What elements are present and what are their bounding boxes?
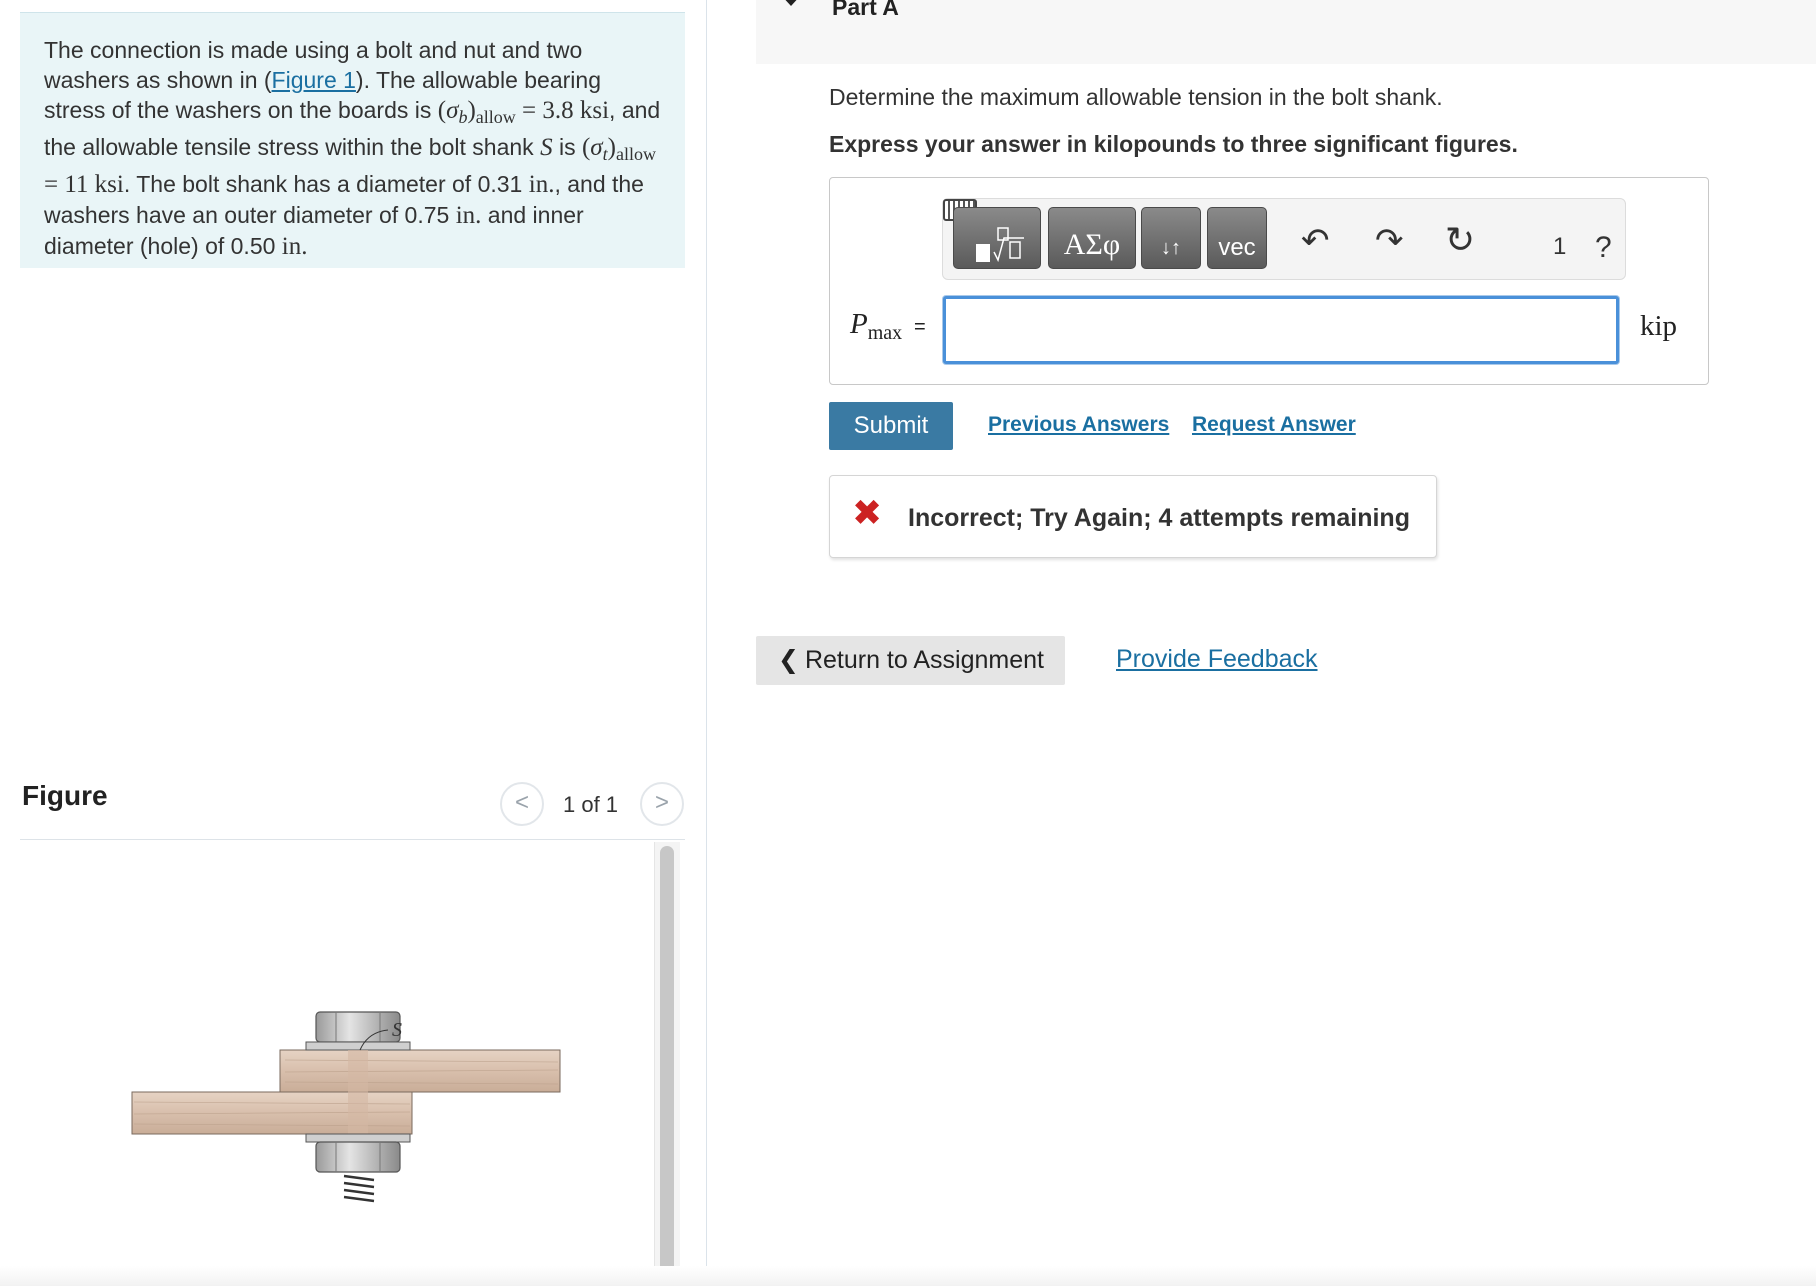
arrows-button[interactable]: ↓↑: [1141, 207, 1201, 269]
equals-sign: =: [914, 316, 926, 338]
previous-answers-link[interactable]: Previous Answers: [988, 413, 1169, 437]
templates-icon: [976, 227, 1024, 263]
bottom-fade: [0, 1266, 1816, 1286]
figure-1-link[interactable]: Figure 1: [272, 67, 356, 93]
vector-button[interactable]: vec: [1207, 207, 1267, 269]
instruction-text: Express your answer in kilopounds to thr…: [829, 131, 1518, 157]
bolt-thread: [343, 1174, 375, 1203]
return-label: Return to Assignment: [804, 646, 1044, 674]
question-text: Determine the maximum allowable tension …: [829, 84, 1443, 110]
answer-variable: Pmax: [850, 308, 903, 344]
answer-box: ΑΣφ ↓↑ vec ↶ ↷ ↻ 1 ? Pmax = kip: [829, 177, 1709, 385]
error-x-icon: ✖: [852, 492, 883, 533]
unit-in-3: in.: [281, 233, 308, 260]
shank-label: S: [392, 1019, 402, 1041]
figure-page-count: 1 of 1: [563, 792, 619, 817]
provide-feedback-link[interactable]: Provide Feedback: [1116, 645, 1318, 674]
top-washer: [305, 1041, 411, 1051]
math-toolbar: ΑΣφ ↓↑ vec ↶ ↷ ↻ 1 ?: [942, 198, 1626, 280]
unit-in-1: in.: [528, 171, 555, 198]
bolt-shank: [348, 1050, 368, 1134]
answer-unit: kip: [1640, 310, 1678, 342]
return-to-assignment-button[interactable]: ❮ Return to Assignment: [756, 636, 1065, 685]
unit-in-2: in.: [455, 202, 482, 229]
part-header[interactable]: Part A: [756, 0, 1816, 64]
figure-scrollbar[interactable]: [660, 846, 674, 1286]
problem-rest-1: . The bolt shank has a diameter of 0.31: [123, 171, 523, 197]
figure-header: Figure < 1 of 1 >: [20, 778, 685, 840]
bolt-head: [315, 1011, 401, 1043]
figure-prev-button[interactable]: <: [500, 782, 544, 826]
keyboard-shortcut-number: 1: [1553, 233, 1567, 260]
request-answer-link[interactable]: Request Answer: [1192, 413, 1356, 437]
nut: [315, 1141, 401, 1173]
chevron-left-icon: ❮: [778, 646, 799, 674]
greek-symbols-button[interactable]: ΑΣφ: [1048, 207, 1136, 269]
feedback-message: Incorrect; Try Again; 4 attempts remaini…: [908, 504, 1410, 532]
answer-input[interactable]: [943, 296, 1619, 364]
problem-is-text: is: [558, 134, 576, 160]
figure-title: Figure: [22, 780, 108, 811]
redo-icon[interactable]: ↷: [1375, 221, 1404, 261]
bolt-connection-figure: S: [131, 1011, 561, 1203]
bearing-stress-formula: (σb)allow = 3.8 ksi: [437, 97, 610, 127]
undo-icon[interactable]: ↶: [1301, 221, 1330, 261]
shank-symbol: S: [540, 134, 553, 161]
submit-button[interactable]: Submit: [829, 402, 953, 450]
figure-next-button[interactable]: >: [640, 782, 684, 826]
figure-viewer: S: [20, 842, 685, 1286]
problem-pane: The connection is made using a bolt and …: [0, 0, 707, 1286]
part-title: Part A: [832, 0, 899, 20]
collapse-caret-icon[interactable]: [780, 0, 802, 6]
help-icon[interactable]: ?: [1595, 231, 1612, 265]
feedback-box: ✖ Incorrect; Try Again; 4 attempts remai…: [829, 475, 1437, 558]
bottom-washer: [305, 1133, 411, 1143]
problem-statement: The connection is made using a bolt and …: [20, 12, 685, 268]
reset-icon[interactable]: ↻: [1445, 219, 1475, 261]
templates-button[interactable]: [953, 207, 1041, 269]
